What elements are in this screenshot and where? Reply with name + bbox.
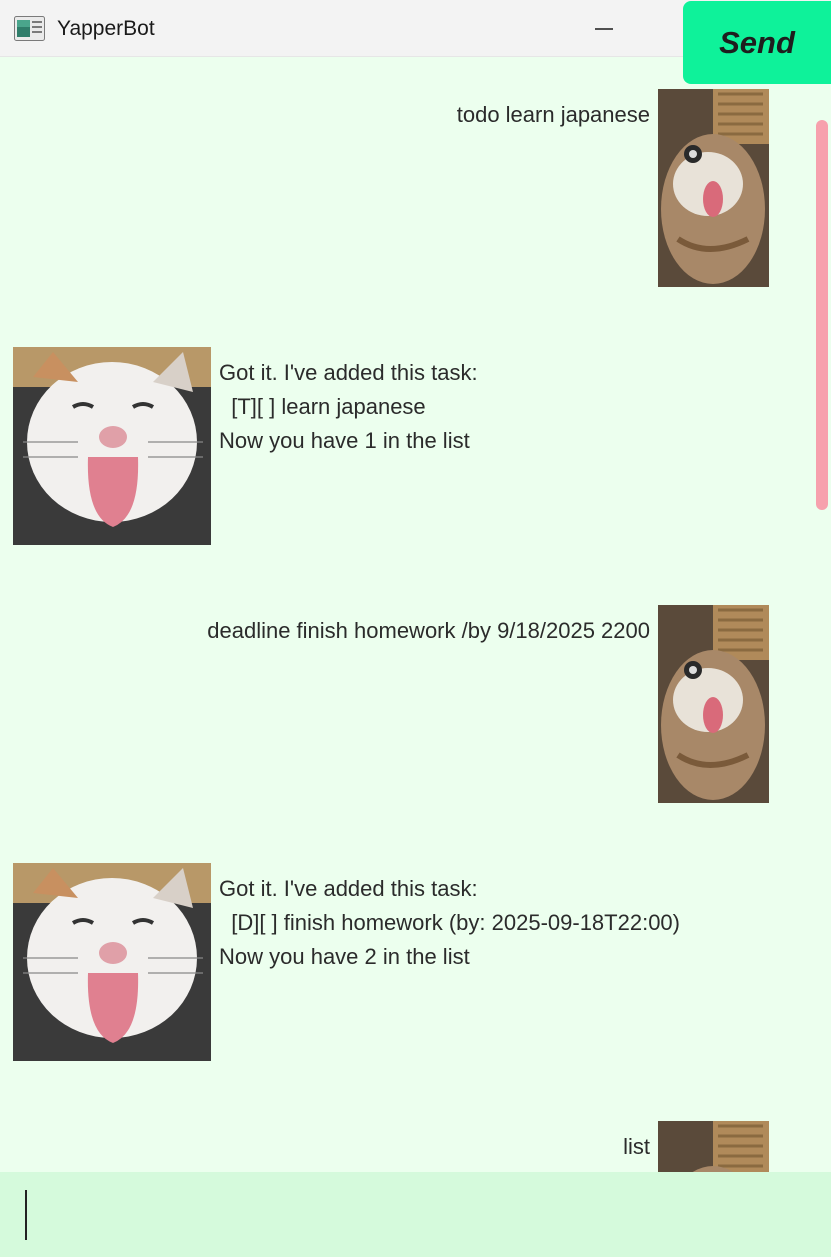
minimize-button[interactable] [558,0,650,57]
bot-cat-avatar [13,347,211,545]
chat-scroll-pane[interactable]: todo learn japanese Got it. I've added t… [0,57,831,1172]
send-button[interactable]: Send [683,1,831,84]
vertical-scrollbar-thumb[interactable] [816,120,828,510]
user-message-text: todo learn japanese [456,102,650,127]
bot-cat-avatar [13,863,211,1061]
user-message-text: deadline finish homework /by 9/18/2025 2… [207,618,650,643]
user-cat-avatar [658,605,769,803]
text-caret [25,1190,27,1240]
bot-message-line: Now you have 1 in the list [219,428,470,453]
input-bar [0,1172,831,1257]
app-window-icon [14,16,45,41]
bot-message-line: Got it. I've added this task: [219,360,478,385]
user-message-text: list [623,1134,650,1159]
user-cat-avatar [658,1121,769,1172]
message-input[interactable] [0,1172,680,1257]
user-cat-avatar [658,89,769,287]
bot-message-line: [D][ ] finish homework (by: 2025-09-18T2… [219,910,680,935]
bot-message-line: Got it. I've added this task: [219,876,478,901]
window-title: YapperBot [57,17,155,40]
bot-message-line: Now you have 2 in the list [219,944,470,969]
minimize-icon [595,27,613,30]
bot-message-line: [T][ ] learn japanese [219,394,426,419]
